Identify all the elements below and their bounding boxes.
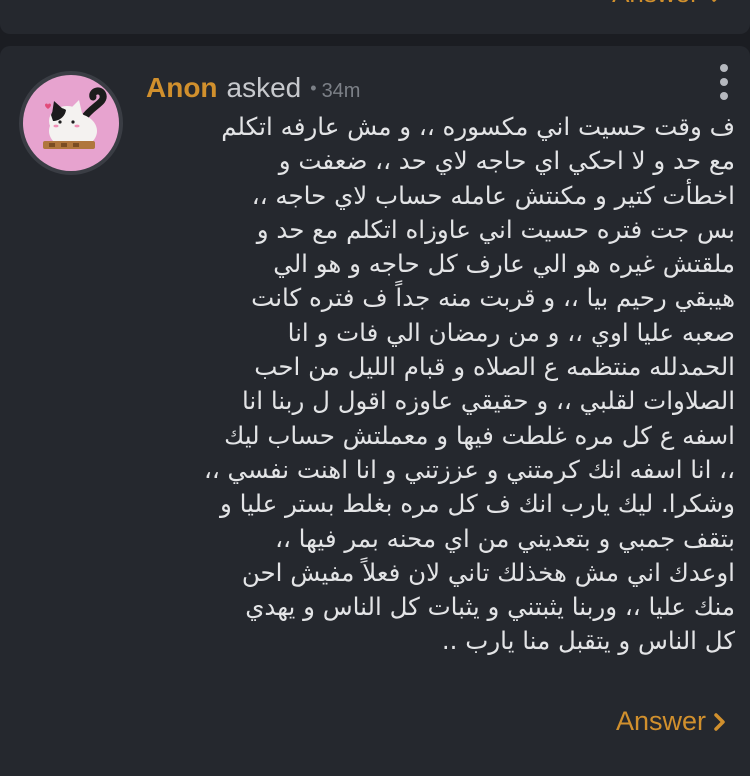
question-line: صعبه عليا اوي ،، و من رمضان الي فات و ان… [287, 317, 735, 347]
question-line: الحمدلله منتظمه ع الصلاه و قبام الليل من… [254, 352, 735, 382]
answer-label: Answer [615, 706, 706, 736]
question-line: اسفه ع كل مره غلطت فيها و معملتش حساب لي… [224, 420, 735, 450]
menu-dot [720, 64, 728, 72]
question-line: اخطأت كتير و مكنتش عامله حساب لاي حاجه ،… [251, 180, 735, 210]
question-line: ملقتش غيره هو الي عارف كل حاجه و هو الي [273, 249, 735, 279]
question-header: Anon asked • 34m [146, 72, 360, 104]
answer-button[interactable]: Answer [616, 706, 726, 737]
timestamp: 34m [321, 80, 361, 102]
cat-avatar-icon [23, 75, 119, 171]
previous-answer-label: Answer [612, 0, 699, 8]
chevron-right-icon [712, 0, 717, 2]
more-vertical-icon[interactable] [718, 64, 730, 100]
avatar[interactable] [19, 71, 123, 175]
question-line: كل الناس و يتقبل منا يارب .. [441, 626, 735, 656]
question-line: منك عليا ،، وربنا يثبتني و يثبات كل النا… [245, 592, 735, 622]
question-line: ،، انا اسفه انك كرمتني و عززتني و انا اه… [203, 454, 735, 484]
author-name[interactable]: Anon [146, 72, 218, 104]
question-card: Anon asked • 34m ف وقت حسيت اني مكسوره ،… [0, 46, 750, 776]
menu-dot [720, 78, 728, 86]
question-line: وشكرا. ليك يارب انك ف كل مره بغلط بستر ع… [220, 489, 735, 519]
question-line: الصلاوات لقلبي ،، و حقيقي عاوزه اقول ل ر… [241, 386, 735, 416]
question-line: بتقف جمبي و بتعديني من اي محنه بمر فيها … [275, 523, 735, 553]
question-line: اوعدك اني مش هخذلك تاني لان فعلاً مفيش ا… [241, 557, 735, 587]
previous-card: Answer [0, 0, 750, 34]
menu-dot [720, 92, 728, 100]
question-line: مع حد و لا احكي اي حاجه لاي حد ،، ضعفت و [278, 146, 735, 176]
previous-answer-link[interactable]: Answer [612, 0, 724, 9]
question-line: بس جت فتره حسيت اني عاوزاه اتكلم مع حد و [256, 214, 735, 244]
separator-dot: • [310, 78, 317, 98]
asked-label: asked [226, 72, 302, 103]
question-line: هيبقي رحيم بيا ،، و قربت منه جداً ف فتره… [251, 283, 735, 313]
question-text: ف وقت حسيت اني مكسوره ،، و مش عارفه اتكل… [155, 110, 735, 659]
question-line: ف وقت حسيت اني مكسوره ،، و مش عارفه اتكل… [221, 112, 735, 141]
chevron-right-icon [714, 712, 725, 731]
